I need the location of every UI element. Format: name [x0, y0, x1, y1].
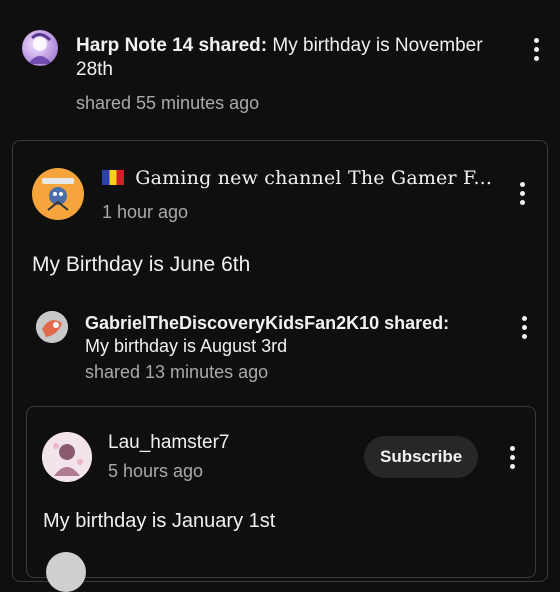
post1-author[interactable]: Harp Note 14	[76, 35, 193, 56]
avatar-next-comment[interactable]	[46, 552, 86, 592]
post3-shared-label: shared:	[384, 313, 450, 333]
avatar-harp-note[interactable]	[22, 30, 58, 66]
post2-timestamp: 1 hour ago	[102, 202, 189, 222]
post2-more-options-icon[interactable]	[512, 177, 532, 209]
post4-timestamp: 5 hours ago	[108, 461, 204, 481]
post4-body: My birthday is January 1st	[43, 510, 276, 532]
flag-icon	[102, 170, 124, 185]
post1-shared-label: shared:	[198, 35, 268, 56]
post2-channel-name[interactable]: Gaming new channel The Gamer F...	[135, 167, 492, 189]
post3-timestamp: shared 13 minutes ago	[85, 362, 269, 382]
post1-message-line2: 28th	[76, 59, 113, 80]
avatar-gabriel[interactable]	[36, 311, 68, 343]
post3-more-options-icon[interactable]	[514, 311, 534, 343]
avatar-image	[42, 178, 74, 211]
avatar-gaming-channel[interactable]	[32, 168, 84, 220]
post2-body: My Birthday is June 6th	[32, 253, 251, 276]
avatar-image	[36, 311, 68, 343]
post4-author[interactable]: Lau_hamster7	[108, 432, 229, 454]
post1-message-line1: My birthday is November	[272, 35, 483, 56]
post2-header: Gaming new channel The Gamer F...	[102, 167, 502, 190]
avatar-image	[28, 33, 52, 64]
subscribe-button[interactable]: Subscribe	[364, 436, 479, 478]
post3-message: My birthday is August 3rd	[85, 336, 288, 356]
post3-author[interactable]: GabrielTheDiscoveryKidsFan2K10	[85, 313, 379, 333]
post4-card	[26, 406, 536, 578]
post1-more-options-icon[interactable]	[526, 33, 546, 65]
avatar-lau-hamster[interactable]	[42, 432, 92, 482]
avatar-image	[42, 432, 92, 482]
post1-timestamp: shared 55 minutes ago	[76, 93, 260, 113]
post3-text: GabrielTheDiscoveryKidsFan2K10 shared: M…	[85, 312, 485, 358]
post1-text: Harp Note 14 shared: My birthday is Nove…	[76, 34, 506, 82]
post4-more-options-icon[interactable]	[502, 441, 522, 473]
